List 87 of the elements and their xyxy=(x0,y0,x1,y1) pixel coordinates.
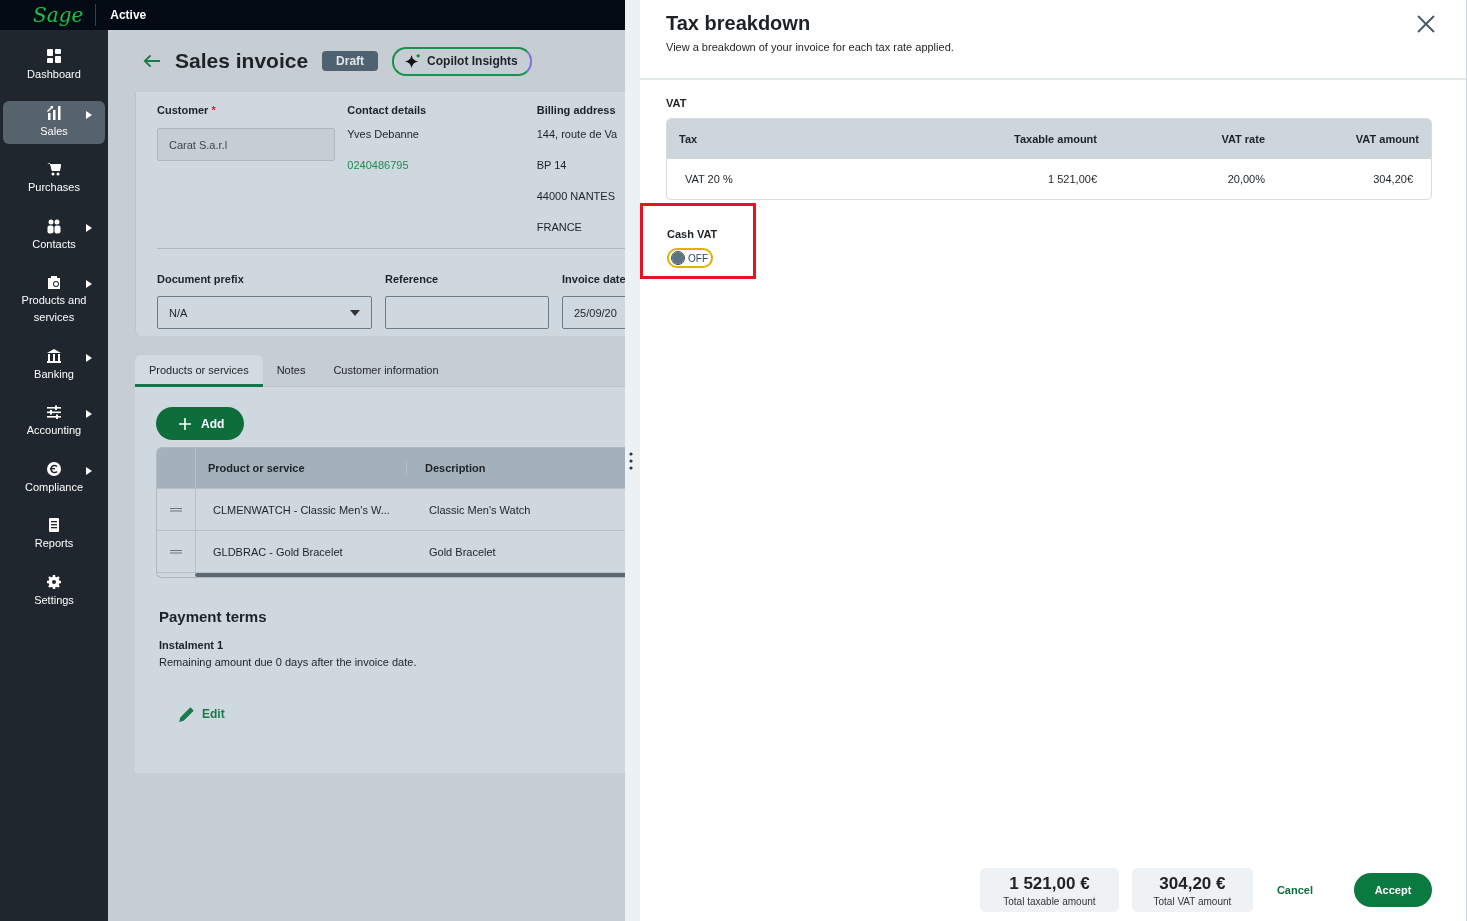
customer-field[interactable]: Carat S.a.r.l xyxy=(157,128,335,161)
sidebar-item[interactable]: Reports xyxy=(3,513,105,556)
euro-icon xyxy=(46,460,62,477)
contact-name: Yves Debanne xyxy=(347,127,420,142)
table-cell-text: VAT 20 % xyxy=(684,173,734,185)
sidebar-item[interactable]: Sales xyxy=(3,100,105,144)
field-label: Customer * xyxy=(157,104,217,118)
edit-link[interactable]: Edit xyxy=(178,705,225,723)
table-cell-text: Gold Bracelet xyxy=(428,545,496,558)
caret-icon xyxy=(86,223,92,232)
sidebar-item[interactable]: Compliance xyxy=(3,456,105,500)
table-cell-text: 304,20€ xyxy=(1372,173,1414,185)
toggle-label: Cash VAT xyxy=(667,228,718,240)
tab[interactable]: Products or services xyxy=(135,355,263,387)
close-icon[interactable] xyxy=(1416,14,1436,34)
dropdown-arrow-icon xyxy=(350,309,360,316)
sage-logo: Sage xyxy=(33,4,97,26)
sidebar-item[interactable]: Banking xyxy=(3,343,105,387)
total-label: Total taxable amount xyxy=(1003,895,1096,907)
sidebar-item[interactable]: Settings xyxy=(3,569,105,613)
table-cell-text: GLDBRAC - Gold Bracelet xyxy=(212,545,344,558)
sidebar-item[interactable]: Purchases xyxy=(3,157,105,200)
bag-icon xyxy=(46,274,62,290)
column-header: VAT amount xyxy=(1354,133,1420,145)
payment-terms-text: Remaining amount due 0 days after the invoice date. xyxy=(159,656,418,668)
section-label: VAT xyxy=(666,97,688,109)
reference-field[interactable] xyxy=(385,296,549,329)
pencil-icon xyxy=(178,705,196,723)
cart-icon xyxy=(46,161,62,177)
drawer-subtitle: View a breakdown of your invoice for each tax rate applied. xyxy=(666,41,954,53)
column-header: Taxable amount xyxy=(1013,133,1097,145)
status-badge: Draft xyxy=(322,51,379,71)
document-icon xyxy=(46,517,62,533)
document-prefix-dropdown[interactable]: N/A xyxy=(157,296,372,329)
copilot-insights-button[interactable]: Copilot Insights xyxy=(392,46,532,76)
cash-vat-toggle[interactable]: OFF xyxy=(667,248,713,268)
back-arrow-icon[interactable] xyxy=(142,53,161,69)
sparkle-icon xyxy=(404,52,422,70)
drawer-title: Tax breakdown xyxy=(666,12,812,35)
column-header: VAT rate xyxy=(1220,133,1265,145)
column-header: Tax xyxy=(678,133,699,145)
field-label: Billing address xyxy=(536,104,617,118)
total-value: 1 521,00 € xyxy=(1009,873,1090,894)
address-line: BP 14 xyxy=(536,158,568,173)
caret-icon xyxy=(86,110,92,119)
caret-icon xyxy=(86,466,92,475)
gear-icon xyxy=(46,573,62,590)
tab[interactable]: Customer information xyxy=(319,364,453,387)
sidebar-item[interactable]: Contacts xyxy=(3,213,105,257)
field-label: Reference xyxy=(385,273,440,287)
accept-button[interactable]: Accept xyxy=(1354,873,1432,907)
sliders-icon xyxy=(46,404,62,420)
plus-icon xyxy=(179,417,191,430)
table-cell-text: CLMENWATCH - Classic Men's W... xyxy=(212,503,391,516)
instalment-title: Instalment 1 xyxy=(159,639,225,651)
table-cell-text: Classic Men's Watch xyxy=(428,503,531,516)
address-line: 144, route de Va xyxy=(536,127,619,142)
field-label: Contact details xyxy=(347,104,428,118)
field-label: Invoice date xyxy=(562,273,625,287)
caret-icon xyxy=(86,353,92,362)
bank-icon xyxy=(46,347,62,364)
cancel-button[interactable]: Cancel xyxy=(1276,884,1313,896)
drag-handle-icon[interactable] xyxy=(170,549,182,554)
bar-chart-icon xyxy=(46,104,62,121)
table-cell-text: 20,00% xyxy=(1226,173,1266,185)
address-line: FRANCE xyxy=(536,220,583,235)
grid-icon xyxy=(46,48,62,64)
sidebar-item[interactable]: Accounting xyxy=(3,400,105,443)
caret-icon xyxy=(86,410,92,418)
add-button[interactable]: Add xyxy=(156,407,245,440)
drag-handle-icon[interactable] xyxy=(170,507,182,512)
field-label: Document prefix xyxy=(157,273,245,287)
sidebar-item[interactable]: Products and services xyxy=(3,270,105,330)
section-title: Payment terms xyxy=(159,608,268,625)
page-title: Sales invoice xyxy=(175,49,309,73)
resize-handle-icon[interactable] xyxy=(629,451,633,470)
column-header: Product or service xyxy=(207,462,306,474)
total-value: 304,20 € xyxy=(1159,873,1226,894)
sidebar-item[interactable]: Dashboard xyxy=(3,44,105,87)
tab[interactable]: Notes xyxy=(262,364,320,387)
address-line: 44000 NANTES xyxy=(536,189,616,204)
people-icon xyxy=(46,217,62,234)
status-label: Active xyxy=(110,8,147,22)
total-label: Total VAT amount xyxy=(1153,895,1232,907)
caret-icon xyxy=(86,280,92,288)
table-cell-text: 1 521,00€ xyxy=(1047,173,1098,185)
column-header: Description xyxy=(406,462,486,474)
